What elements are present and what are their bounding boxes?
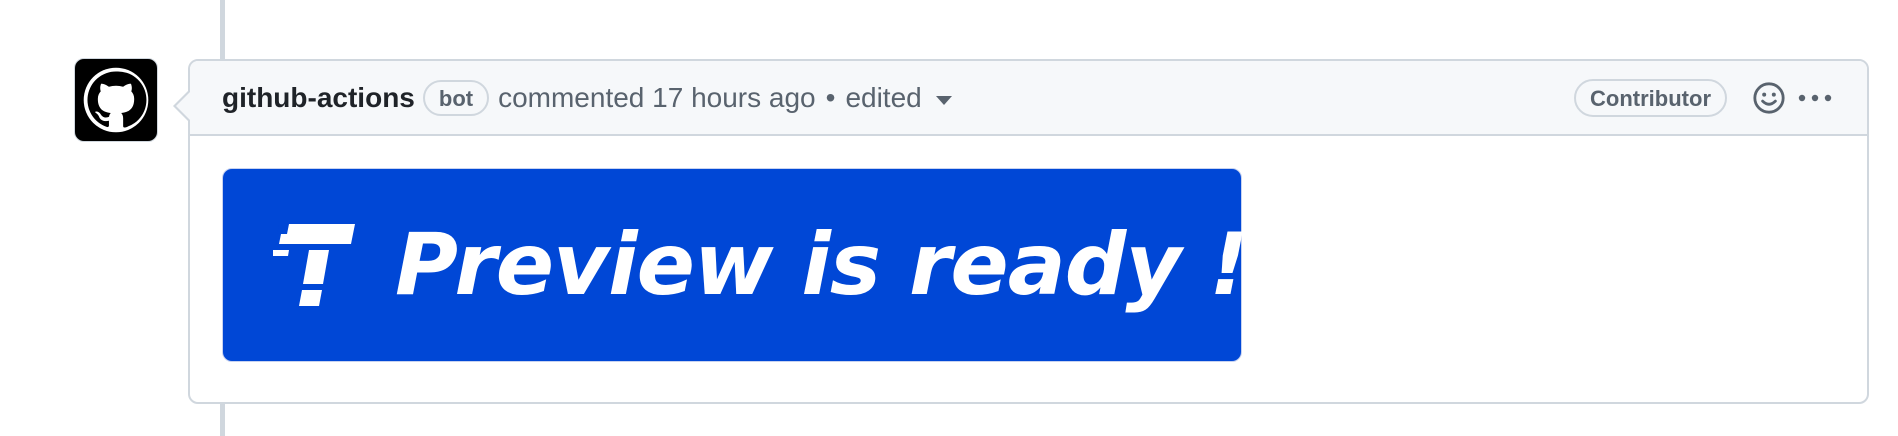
add-reaction-button[interactable] (1749, 78, 1789, 118)
contributor-badge: Contributor (1574, 78, 1727, 117)
timeline: github-actions bot commented 17 hours ag… (0, 0, 1898, 436)
comment-actions: Contributor (1574, 78, 1835, 118)
comment-body: Preview is ready ! (190, 136, 1867, 394)
comment-action: commented (498, 81, 645, 113)
meta-separator: • (825, 81, 836, 113)
preview-ready-banner: Preview is ready ! (222, 168, 1249, 362)
github-octocat-icon (83, 67, 149, 133)
bot-badge: bot (422, 79, 490, 116)
edited-dropdown[interactable]: edited (845, 81, 952, 114)
triangle-down-icon (935, 96, 952, 105)
author-link[interactable]: github-actions (222, 82, 415, 114)
banner-title: Preview is ready ! (395, 215, 1249, 315)
comment-meta: commented 17 hours ago (498, 82, 816, 114)
comment-timestamp[interactable]: 17 hours ago (652, 82, 815, 113)
smiley-icon (1753, 81, 1785, 114)
t-logo-icon (273, 224, 355, 306)
comment-header: github-actions bot commented 17 hours ag… (190, 61, 1867, 136)
avatar[interactable] (74, 58, 158, 142)
comment-pointer-fill (176, 91, 191, 121)
kebab-horizontal-icon (1798, 94, 1832, 101)
more-options-button[interactable] (1795, 78, 1835, 118)
comment-box: github-actions bot commented 17 hours ag… (173, 59, 1869, 404)
edited-label: edited (845, 81, 922, 113)
